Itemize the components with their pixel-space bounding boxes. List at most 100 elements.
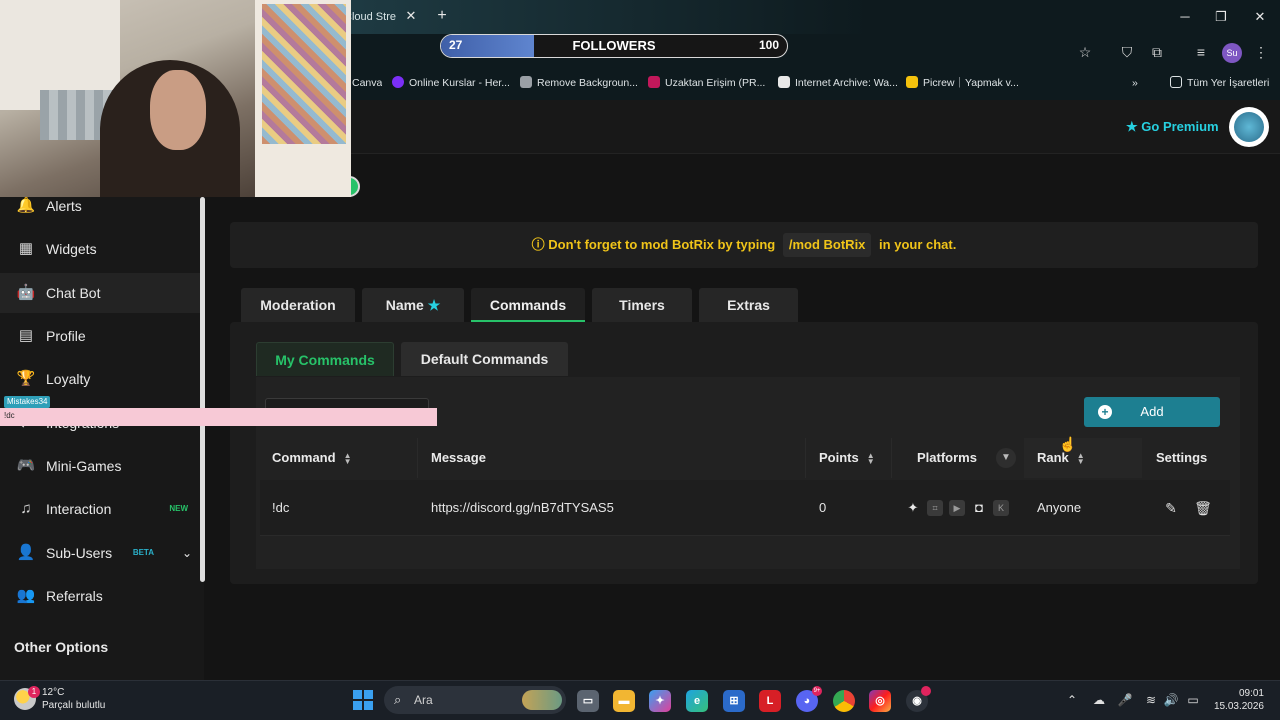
edit-pencil-icon[interactable]: ✎ [1161, 498, 1181, 518]
notice-text-after: in your chat. [879, 237, 957, 252]
sort-icon: ▲ ▼ [343, 450, 352, 466]
sidebar-scrollbar[interactable] [200, 197, 205, 582]
bookmark-item[interactable]: Online Kurslar - Her... [392, 72, 510, 94]
sort-icon: ▲ ▼ [866, 450, 875, 466]
browser-profile-avatar[interactable]: Su [1222, 43, 1242, 63]
sidebar-item-widgets[interactable]: ▦ Widgets [0, 229, 200, 269]
minimize-icon[interactable]: ─ [1174, 6, 1196, 28]
sidebar-item-sub-users[interactable]: 👤 Sub-Users BETA ⌄ [0, 533, 200, 573]
chevron-down-icon[interactable]: ⌄ [182, 533, 192, 573]
webcam-fridge-magnets [262, 4, 346, 144]
cell-command: !dc [272, 500, 290, 515]
new-tab-button[interactable]: + [434, 6, 450, 26]
store-icon[interactable]: ⊞ [723, 690, 745, 712]
tray-expand-icon[interactable]: ⌃ [1063, 691, 1081, 709]
widgets-icon: ▦ [18, 240, 34, 257]
followers-goal: 100 [758, 38, 779, 52]
taskbar-search-placeholder: Ara [414, 693, 433, 707]
tab-name[interactable]: Name ★ [362, 288, 464, 322]
close-window-icon[interactable]: ✕ [1249, 6, 1271, 28]
id-card-icon: ▤ [18, 327, 34, 344]
gamepad-icon: 🎮 [16, 457, 36, 474]
onedrive-icon[interactable]: ☁ [1090, 691, 1108, 709]
user-avatar[interactable] [1229, 107, 1269, 147]
stream-chat-overlay [0, 408, 437, 426]
add-command-button[interactable]: + Add [1084, 397, 1220, 427]
tab-timers[interactable]: Timers [592, 288, 692, 322]
extensions-puzzle-icon[interactable]: ⧉ [1146, 41, 1168, 63]
tab-close-icon[interactable]: ✕ [404, 7, 418, 25]
microphone-icon[interactable]: 🎤 [1116, 691, 1134, 709]
sidebar-item-chat-bot[interactable]: 🤖 Chat Bot [0, 273, 200, 313]
sidebar-item-mini-games[interactable]: 🎮 Mini-Games [0, 446, 200, 486]
bookmark-item[interactable]: Remove Backgroun... [520, 72, 638, 94]
cell-rank: Anyone [1037, 500, 1082, 515]
bookmark-item[interactable]: Uzaktan Erişim (PR... [648, 72, 765, 94]
volume-icon[interactable]: 🔊 [1162, 691, 1180, 709]
screen: Cloud Stre ✕ + ─ ❐ ✕ FOLLOWERS 27 100 ☆ … [0, 0, 1280, 720]
chrome-icon[interactable] [833, 690, 855, 712]
discord-notification-badge: 9+ [812, 686, 822, 696]
sidebar-item-interaction[interactable]: ♫ Interaction NEW [0, 489, 200, 529]
taskbar-clock-date[interactable]: 15.03.2026 [1210, 701, 1264, 713]
battery-icon[interactable]: ▭ [1184, 691, 1202, 709]
followers-current: 27 [449, 38, 463, 52]
l-app-icon[interactable]: L [759, 690, 781, 712]
mod-reminder-banner: ⓘ Don't forget to mod BotRix by typing /… [230, 222, 1258, 268]
trovo-platform-icon: ◘ [975, 500, 983, 515]
column-divider [805, 438, 806, 478]
music-note-icon: ♫ [20, 500, 32, 517]
tab-moderation[interactable]: Moderation [241, 288, 355, 322]
copilot-icon[interactable]: ✦ [649, 690, 671, 712]
tab-extras[interactable]: Extras [699, 288, 798, 322]
sidebar-item-referrals[interactable]: 👥 Referrals [0, 576, 200, 616]
instagram-icon[interactable]: ◎ [869, 690, 891, 712]
bookmarks-overflow-icon[interactable]: » [1132, 72, 1138, 94]
bookmark-item[interactable]: Picrew｜Yapmak v... [906, 72, 1019, 94]
shield-extension-icon[interactable]: ⛉ [1116, 41, 1138, 63]
picrew-icon [906, 76, 918, 88]
wifi-icon[interactable]: ≋ [1142, 691, 1160, 709]
sidebar-item-loyalty[interactable]: 🏆 Loyalty [0, 359, 200, 399]
sidebar-item-profile[interactable]: ▤ Profile [0, 316, 200, 356]
taskbar-search[interactable]: ⌕ Ara [384, 686, 566, 714]
subtab-my-commands[interactable]: My Commands [256, 342, 394, 376]
media-control-icon[interactable]: ≡ [1190, 41, 1212, 63]
archive-icon [778, 76, 790, 88]
taskbar-clock-time[interactable]: 09:01 [1228, 688, 1264, 700]
udemy-icon [392, 76, 404, 88]
folder-icon [1170, 76, 1182, 88]
task-view-icon[interactable]: ▭ [577, 690, 599, 712]
file-explorer-icon[interactable]: ▬ [613, 690, 635, 712]
bookmark-star-icon[interactable]: ☆ [1074, 41, 1096, 63]
subtab-default-commands[interactable]: Default Commands [401, 342, 568, 376]
go-premium-link[interactable]: ★ Go Premium [1126, 117, 1219, 137]
bookmark-item[interactable]: Canva [352, 72, 382, 94]
bookmark-item[interactable]: Internet Archive: Wa... [778, 72, 898, 94]
edge-icon[interactable]: e [686, 690, 708, 712]
windows-start-icon[interactable] [353, 690, 373, 710]
column-header-settings: Settings [1156, 450, 1208, 465]
twitch-platform-icon: ⌗ [927, 500, 943, 516]
page-icon [520, 76, 532, 88]
maximize-icon[interactable]: ❐ [1210, 6, 1232, 28]
webcam-person-face [150, 70, 206, 150]
weather-alert-badge: 1 [28, 686, 40, 698]
column-header-command[interactable]: Command ▲ ▼ [272, 438, 351, 478]
all-bookmarks-button[interactable]: Tüm Yer İşaretleri [1170, 72, 1269, 94]
users-icon: 👥 [16, 587, 36, 604]
weather-description: Parçalı bulutlu [42, 700, 106, 711]
browser-menu-icon[interactable]: ⋮ [1250, 41, 1272, 63]
robot-icon: 🤖 [16, 284, 36, 301]
column-header-message: Message [431, 450, 486, 465]
avatar-image [1234, 112, 1264, 142]
platform-filter-icon[interactable]: ▼ [996, 448, 1016, 468]
star-icon: ★ [427, 297, 441, 313]
beta-badge: BETA [132, 548, 154, 557]
chat-message: !dc [4, 411, 15, 420]
tab-commands[interactable]: Commands [471, 288, 585, 322]
column-header-points[interactable]: Points ▲ ▼ [819, 438, 875, 478]
table-header: Command ▲ ▼ Message Points ▲ ▼ Platforms Ran… [260, 438, 1230, 478]
delete-trash-icon[interactable]: 🗑 [1193, 498, 1213, 518]
youtube-platform-icon: ▶ [949, 500, 965, 516]
